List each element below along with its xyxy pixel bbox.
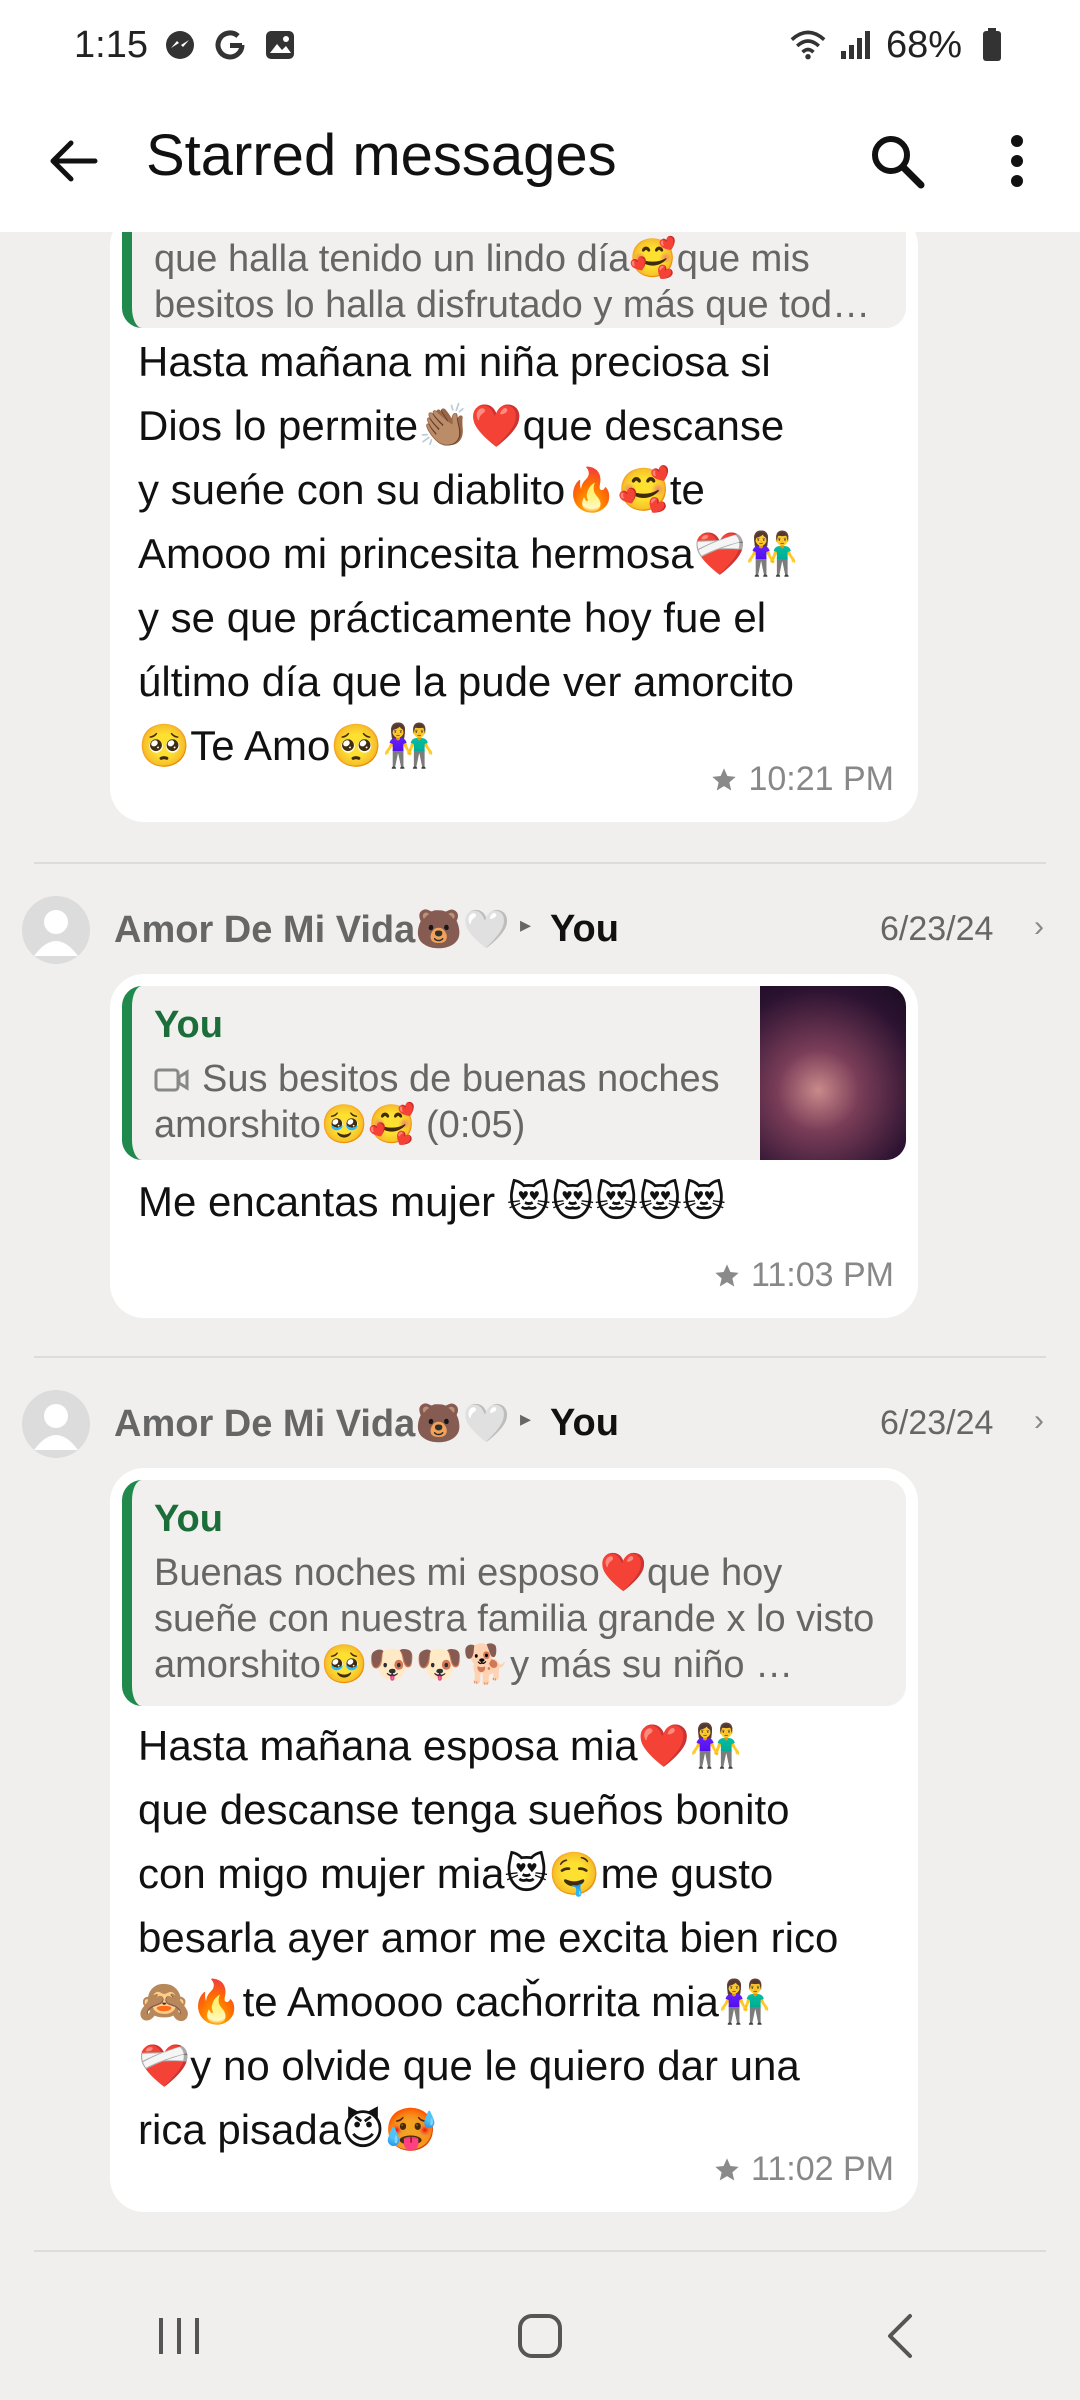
app-bar: Starred messages (0, 90, 1080, 232)
search-icon (872, 136, 925, 189)
more-options-button[interactable] (985, 124, 1049, 198)
star-icon (712, 767, 737, 790)
gallery-icon (262, 27, 298, 63)
quoted-message[interactable]: You Sus besitos de buenas noches amorshi… (122, 986, 906, 1160)
message-header[interactable]: Amor De Mi Vida🐻🤍 ▸ You 6/23/24 › (0, 890, 1080, 970)
star-icon (715, 2157, 739, 2180)
chevron-right-icon[interactable]: › (1034, 910, 1044, 944)
message-date: 6/23/24 (880, 910, 994, 948)
sender-name: Amor De Mi Vida🐻🤍 (114, 1403, 510, 1445)
message-text: Hasta mañana mi niña preciosa si Dios lo… (138, 338, 799, 769)
back-arrow-icon (50, 140, 98, 182)
recipient-name: You (550, 1402, 619, 1444)
default-avatar-icon (34, 1404, 78, 1450)
quoted-text: que halla tenido un lindo día🥰que mis be… (154, 238, 871, 326)
system-navigation-bar (0, 2272, 1080, 2400)
wifi-icon (790, 27, 826, 63)
avatar[interactable] (22, 1390, 90, 1458)
divider (34, 2250, 1046, 2252)
arrow-right-icon: ▸ (520, 912, 532, 937)
recents-icon (159, 2318, 199, 2354)
more-vert-icon (1011, 135, 1023, 187)
divider (34, 1356, 1046, 1358)
message-bubble[interactable]: que halla tenido un lindo día🥰que mis be… (110, 232, 918, 822)
quoted-text: Sus besitos de buenas noches amorshito🥹🥰… (154, 1058, 720, 1146)
quoted-text: Buenas noches mi esposo❤️que hoy sueñe c… (154, 1552, 875, 1686)
message-time: 10:21 PM (748, 760, 894, 798)
default-avatar-icon (34, 910, 78, 956)
search-button[interactable] (860, 124, 934, 198)
message-text: Me encantas mujer 😻😻😻😻😻 (138, 1178, 726, 1225)
message-header[interactable]: Amor De Mi Vida🐻🤍 ▸ You 6/23/24 › (0, 1384, 1080, 1464)
back-button[interactable] (38, 126, 108, 196)
message-bubble[interactable]: You Sus besitos de buenas noches amorshi… (110, 974, 918, 1318)
message-meta: 11:02 PM (713, 2150, 894, 2189)
message-meta: 10:21 PM (710, 760, 894, 799)
quoted-message[interactable]: que halla tenido un lindo día🥰que mis be… (122, 232, 906, 328)
message-text: Hasta mañana esposa mia❤️👫 que descanse … (138, 1722, 839, 2153)
home-icon (518, 2314, 562, 2358)
quoted-message[interactable]: You Buenas noches mi esposo❤️que hoy sue… (122, 1480, 906, 1706)
signal-icon (838, 27, 874, 63)
star-icon (715, 1263, 739, 1286)
nav-back-button[interactable] (840, 2296, 960, 2376)
starred-messages-list[interactable]: que halla tenido un lindo día🥰que mis be… (0, 232, 1080, 2272)
status-bar: 1:15 68% (0, 0, 1080, 90)
battery-percent: 68% (885, 23, 962, 66)
status-time: 1:15 (74, 23, 148, 66)
avatar[interactable] (22, 896, 90, 964)
message-bubble[interactable]: You Buenas noches mi esposo❤️que hoy sue… (110, 1468, 918, 2212)
message-date: 6/23/24 (880, 1404, 994, 1442)
chevron-right-icon[interactable]: › (1034, 1404, 1044, 1438)
messenger-icon (162, 27, 198, 63)
message-meta: 11:03 PM (713, 1256, 894, 1295)
quoted-author: You (154, 1004, 223, 1046)
home-button[interactable] (480, 2296, 600, 2376)
google-icon (212, 27, 248, 63)
arrow-right-icon: ▸ (520, 1406, 532, 1431)
video-thumbnail[interactable] (760, 986, 906, 1160)
recipient-name: You (550, 908, 619, 950)
sender-name: Amor De Mi Vida🐻🤍 (114, 909, 510, 951)
battery-icon (974, 27, 1010, 63)
page-title: Starred messages (146, 123, 617, 188)
recent-apps-button[interactable] (120, 2296, 240, 2376)
message-time: 11:02 PM (750, 2150, 894, 2188)
divider (34, 862, 1046, 864)
quoted-author: You (154, 1498, 223, 1540)
chevron-left-icon (888, 2314, 912, 2358)
message-time: 11:03 PM (750, 1256, 894, 1294)
